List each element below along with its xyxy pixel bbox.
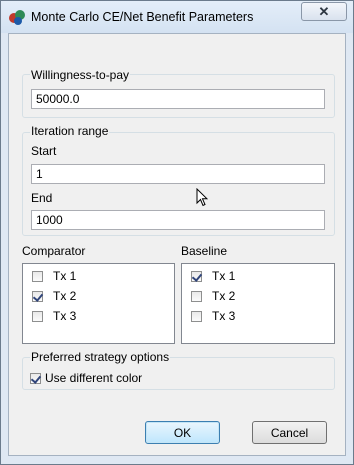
window-title: Monte Carlo CE/Net Benefit Parameters (31, 10, 254, 24)
close-icon: ✕ (318, 3, 330, 19)
checkbox[interactable] (32, 270, 43, 282)
wtp-input[interactable] (31, 89, 325, 109)
end-input[interactable] (31, 210, 325, 230)
cancel-button[interactable]: Cancel (252, 421, 327, 444)
wtp-group-label: Willingness-to-pay (30, 68, 131, 82)
iteration-group-label: Iteration range (30, 124, 110, 138)
comparator-label: Comparator (22, 244, 86, 258)
title-bar[interactable]: Monte Carlo CE/Net Benefit Parameters ✕ (1, 1, 353, 33)
comparator-item-label: Tx 1 (53, 269, 77, 283)
baseline-item-label: Tx 1 (212, 269, 236, 283)
baseline-item-label: Tx 2 (212, 289, 236, 303)
comparator-item-tx3[interactable]: Tx 3 (32, 308, 76, 324)
use-different-color-option[interactable]: Use different color (30, 370, 142, 386)
use-different-color-label: Use different color (45, 371, 143, 385)
comparator-item-label: Tx 2 (53, 289, 77, 303)
baseline-item-tx1[interactable]: Tx 1 (191, 268, 235, 284)
comparator-item-tx2[interactable]: Tx 2 (32, 288, 76, 304)
start-label: Start (31, 144, 57, 158)
baseline-label: Baseline (181, 244, 228, 258)
checkbox[interactable] (191, 310, 202, 322)
mouse-cursor-icon (196, 188, 208, 207)
close-button[interactable]: ✕ (301, 2, 347, 21)
comparator-list: Tx 1 Tx 2 Tx 3 (22, 263, 175, 344)
ok-button-label: OK (173, 425, 192, 440)
checkbox[interactable] (191, 270, 202, 282)
baseline-item-tx2[interactable]: Tx 2 (191, 288, 235, 304)
start-input[interactable] (31, 164, 325, 184)
cancel-button-label: Cancel (270, 425, 309, 440)
comparator-item-tx1[interactable]: Tx 1 (32, 268, 76, 284)
preferred-group-label: Preferred strategy options (30, 350, 171, 364)
end-label: End (31, 191, 53, 205)
dialog-window: Monte Carlo CE/Net Benefit Parameters ✕ … (0, 0, 354, 465)
baseline-list: Tx 1 Tx 2 Tx 3 (181, 263, 335, 344)
checkbox[interactable] (191, 290, 202, 302)
dialog-body: Willingness-to-pay Iteration range Start… (8, 33, 346, 456)
use-different-color-checkbox[interactable] (30, 372, 41, 384)
baseline-item-label: Tx 3 (212, 309, 236, 323)
checkbox[interactable] (32, 290, 43, 302)
comparator-item-label: Tx 3 (53, 309, 77, 323)
app-icon (9, 10, 25, 25)
ok-button[interactable]: OK (145, 421, 220, 444)
baseline-item-tx3[interactable]: Tx 3 (191, 308, 235, 324)
checkbox[interactable] (32, 310, 43, 322)
